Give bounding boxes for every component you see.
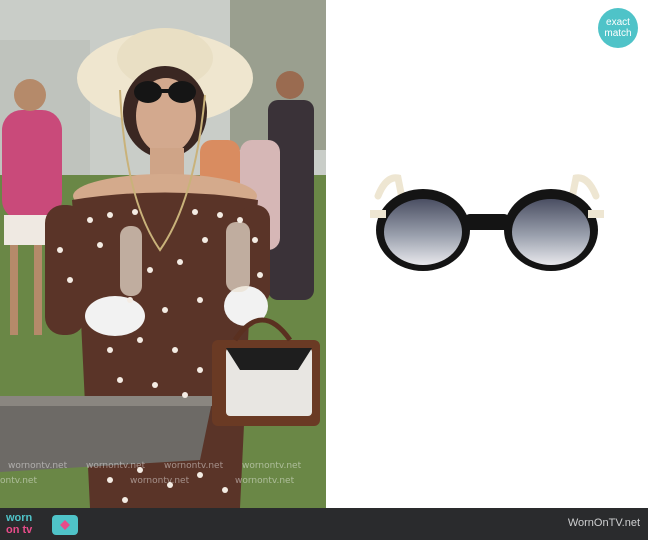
badge-line-2: match [604,28,632,39]
exact-match-badge-icon[interactable]: exact match [598,8,638,48]
watermark-text: wornontv.net [130,476,190,486]
badge-line-1: exact [606,17,630,28]
sunglasses-image [370,174,604,271]
polka-dot-pattern [57,209,263,503]
watermark-text: wornontv.net [164,461,224,471]
watermark-text: wornontv.net [8,461,68,471]
watermark-text: ontv.net [0,476,37,486]
product-image[interactable] [326,0,648,508]
tv-icon [52,515,78,535]
watermark-text: wornontv.net [242,461,302,471]
scene-photo: wornontv.net wornontv.net wornontv.net w… [0,0,326,508]
logo-text-bottom: on tv [6,524,33,536]
watermark-text: wornontv.net [235,476,295,486]
wornontv-logo[interactable]: worn on tv [6,512,84,538]
site-name[interactable]: WornOnTV.net [568,517,640,529]
footer-bar: worn on tv WornOnTV.net [0,508,648,540]
logo-text-top: worn [6,512,33,524]
watermark-text: wornontv.net [86,461,146,471]
